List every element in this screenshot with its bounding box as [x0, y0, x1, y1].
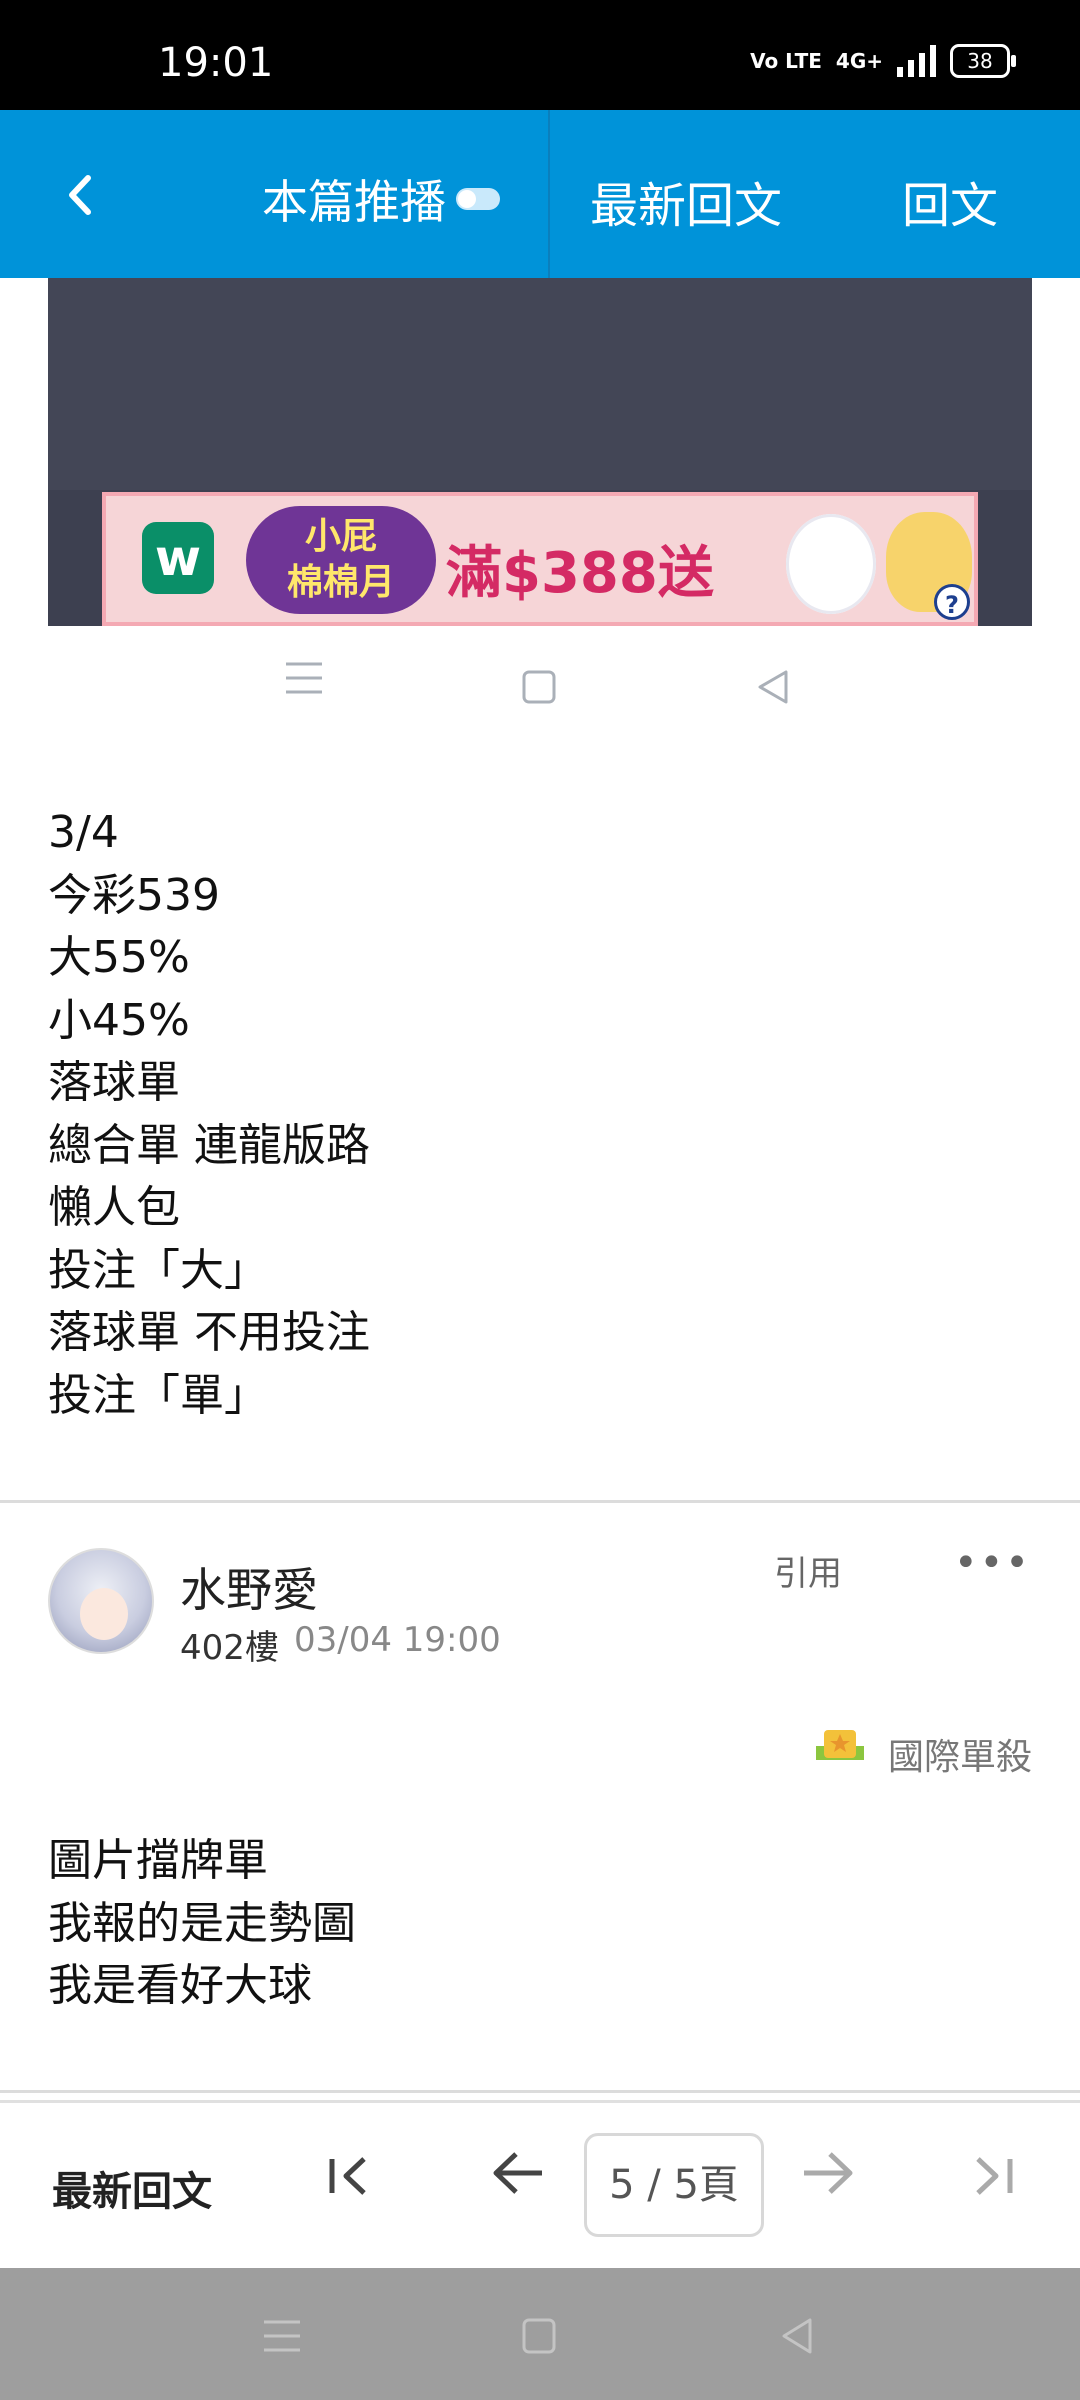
cinnamoroll-image — [786, 514, 876, 614]
back-button[interactable] — [60, 160, 130, 230]
ad-banner[interactable]: w 小屁 棉棉月 滿$388送 ? — [102, 492, 978, 626]
ad-help-icon[interactable]: ? — [934, 584, 970, 620]
home-button-icon[interactable] — [522, 2314, 556, 2365]
prev-page-icon[interactable] — [490, 2147, 546, 2212]
latest-replies-tab[interactable]: 最新回文 — [590, 166, 782, 236]
post-line: 總合單 連龍版路 — [48, 1119, 370, 1171]
battery-icon: 38 — [950, 44, 1016, 78]
last-page-icon[interactable] — [972, 2151, 1016, 2205]
signal-icon — [897, 45, 936, 77]
volte-icon: Vo LTE — [750, 49, 822, 73]
chevron-left-icon — [69, 175, 91, 215]
badge-icon — [812, 1726, 868, 1766]
avatar-face — [80, 1588, 128, 1640]
more-options-icon[interactable]: ••• — [954, 1540, 1031, 1586]
ad-title: 小屁 棉棉月 — [246, 506, 436, 614]
pager-bar: 最新回文 5 / 5頁 — [0, 2100, 1080, 2268]
post-line: 小45% — [48, 994, 190, 1046]
post-line: 我是看好大球 — [48, 1960, 312, 2011]
back-nav-icon[interactable] — [780, 2314, 814, 2365]
post-line: 3/4 — [48, 807, 119, 858]
push-notify-toggle[interactable]: 本篇推播 — [262, 166, 500, 232]
post-divider — [0, 2090, 1080, 2093]
post-line: 落球單 — [48, 1057, 180, 1108]
watsons-logo: w — [142, 522, 214, 594]
post-timestamp: 03/04 19:00 — [294, 1620, 501, 1660]
post-body: 3/4 今彩539 大55% 小45% 落球單 總合單 連龍版路 懶人包 投注「… — [48, 802, 370, 1427]
username[interactable]: 水野愛 — [180, 1554, 318, 1620]
status-bar: 19:01 Vo LTE 4G+ 38 — [0, 0, 1080, 110]
nav-divider — [548, 110, 550, 278]
ad-title-line2: 棉棉月 — [286, 562, 395, 603]
post-line: 今彩539 — [48, 869, 220, 921]
first-page-icon[interactable] — [326, 2151, 370, 2205]
post-line: 懶人包 — [48, 1182, 180, 1233]
back-triangle-icon — [756, 668, 790, 714]
network-type: 4G+ — [835, 49, 883, 73]
media-area — [48, 278, 1032, 490]
post-body: 圖片擋牌單 我報的是走勢圖 我是看好大球 — [48, 1830, 356, 2018]
embedded-media[interactable]: w 小屁 棉棉月 滿$388送 ? — [48, 278, 1032, 626]
reply-tab[interactable]: 回文 — [902, 166, 998, 236]
quote-button[interactable]: 引用 — [774, 1546, 842, 1595]
floor-number: 402樓 — [180, 1628, 279, 1668]
post-line: 投注「單」 — [48, 1369, 268, 1421]
menu-icon — [284, 660, 324, 706]
top-nav: 本篇推播 最新回文 回文 — [0, 110, 1080, 278]
avatar[interactable] — [48, 1548, 154, 1654]
post-line: 大55% — [48, 932, 190, 983]
push-label: 本篇推播 — [262, 175, 446, 229]
system-nav-bar — [0, 2268, 1080, 2400]
post-line: 落球單 不用投注 — [48, 1307, 370, 1358]
badge-label: 國際單殺 — [888, 1737, 1033, 1778]
ad-title-line1: 小屁 — [304, 516, 377, 557]
next-page-icon[interactable] — [800, 2147, 856, 2212]
status-time: 19:01 — [158, 40, 274, 86]
home-icon — [522, 668, 556, 714]
post-line: 投注「大」 — [48, 1244, 268, 1296]
post-line: 我報的是走勢圖 — [48, 1897, 356, 1949]
pager-latest-button[interactable]: 最新回文 — [52, 2159, 212, 2217]
post-line: 圖片擋牌單 — [48, 1835, 268, 1886]
toggle-switch-icon[interactable] — [456, 188, 500, 210]
post-divider — [0, 1500, 1080, 1503]
status-icons: Vo LTE 4G+ 38 — [750, 44, 1016, 78]
recent-apps-icon[interactable] — [262, 2314, 302, 2365]
page-indicator[interactable]: 5 / 5頁 — [584, 2133, 764, 2237]
ad-promo-text: 滿$388送 — [446, 541, 714, 606]
